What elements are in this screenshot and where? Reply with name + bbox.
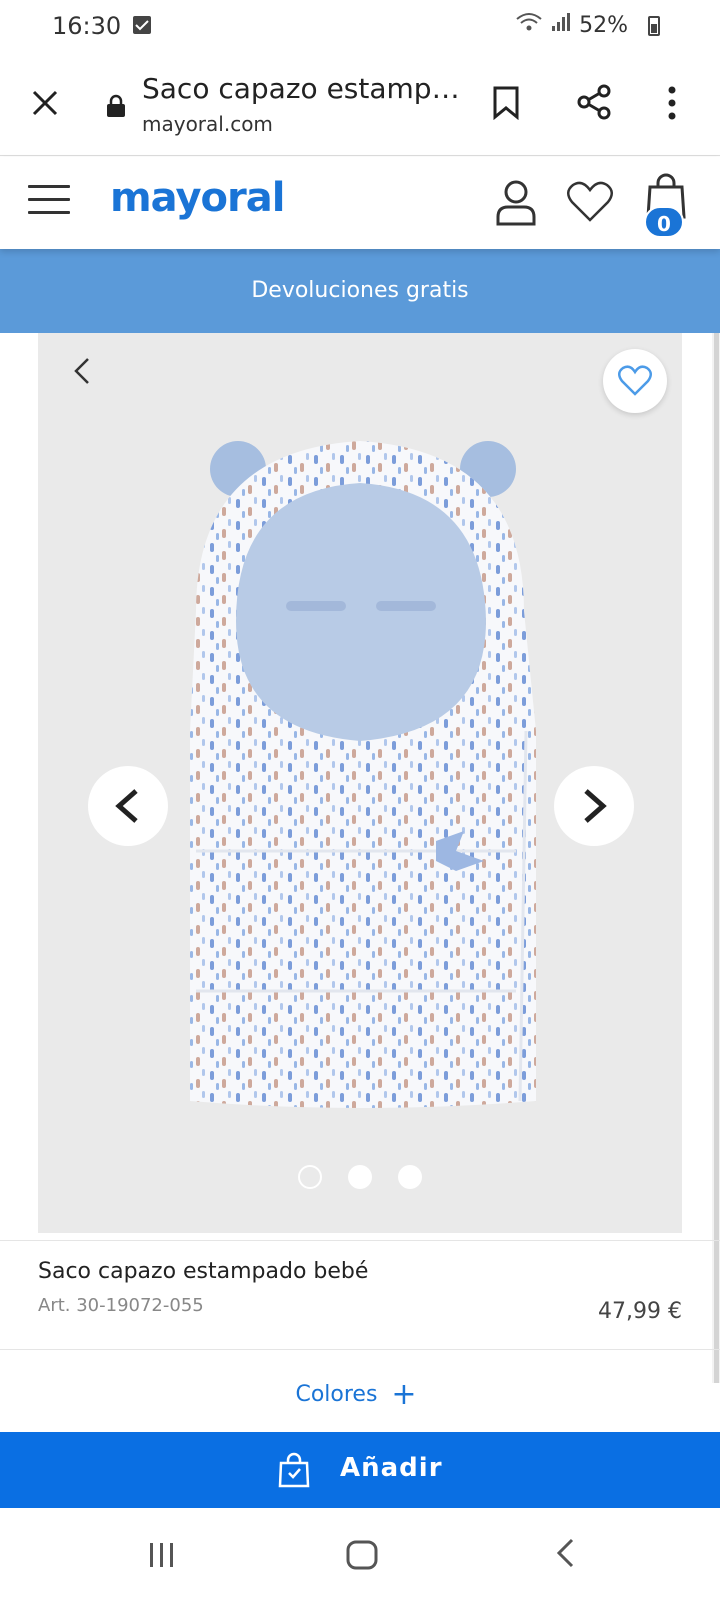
plus-icon: + — [391, 1377, 417, 1412]
gallery-dot[interactable] — [398, 1165, 422, 1189]
status-time: 16:30 — [52, 12, 122, 40]
heart-icon[interactable] — [566, 181, 614, 227]
cart-count-badge: 0 — [644, 206, 684, 238]
colors-label: Colores — [295, 1382, 378, 1407]
back-icon[interactable] — [556, 1538, 574, 1572]
home-icon[interactable] — [346, 1540, 378, 1574]
menu-icon[interactable] — [28, 185, 70, 217]
product-article: Art. 30-19072-055 — [38, 1295, 204, 1316]
gallery-dot[interactable] — [348, 1165, 372, 1189]
colors-toggle[interactable]: Colores + — [0, 1360, 712, 1430]
share-icon[interactable] — [576, 84, 612, 124]
page-title[interactable]: Saco capazo estamp… — [142, 72, 460, 105]
gallery-next-button[interactable] — [554, 766, 634, 846]
chevron-left-icon — [115, 789, 138, 823]
brand-logo[interactable]: mayoral — [110, 175, 285, 221]
product-gallery[interactable] — [38, 333, 682, 1233]
add-to-cart-button[interactable]: Añadir — [0, 1432, 720, 1508]
close-icon[interactable] — [30, 88, 60, 122]
gallery-dot[interactable] — [298, 1165, 322, 1189]
product-image — [190, 441, 536, 1108]
scrollbar[interactable] — [712, 333, 720, 1383]
bookmark-icon[interactable] — [492, 86, 520, 124]
battery-icon — [648, 16, 660, 36]
bag-icon — [278, 1452, 310, 1495]
favorite-button[interactable] — [603, 349, 667, 413]
browser-toolbar: Saco capazo estamp… mayoral.com — [0, 52, 720, 156]
product-info: Saco capazo estampado bebé Art. 30-19072… — [0, 1240, 720, 1350]
gallery-pagination — [298, 1165, 422, 1189]
chevron-left-icon[interactable] — [74, 357, 90, 389]
product-price: 47,99 € — [598, 1299, 682, 1324]
check-icon — [133, 16, 151, 34]
recents-icon[interactable] — [148, 1542, 176, 1572]
gallery-prev-button[interactable] — [88, 766, 168, 846]
user-icon[interactable] — [494, 179, 538, 231]
chevron-right-icon — [584, 789, 607, 823]
system-nav-bar — [0, 1508, 720, 1600]
wifi-icon — [515, 12, 543, 38]
product-name: Saco capazo estampado bebé — [38, 1259, 369, 1284]
promo-banner[interactable]: Devoluciones gratis — [0, 249, 720, 333]
battery-text: 52% — [579, 12, 628, 38]
add-button-label: Añadir — [340, 1453, 443, 1483]
page-url[interactable]: mayoral.com — [142, 112, 273, 136]
signal-icon — [551, 12, 571, 38]
site-header: mayoral — [0, 157, 720, 249]
heart-outline-icon — [618, 365, 652, 396]
more-vert-icon[interactable] — [668, 86, 676, 124]
status-bar: 16:30 52% — [0, 0, 720, 52]
lock-icon — [106, 94, 126, 122]
